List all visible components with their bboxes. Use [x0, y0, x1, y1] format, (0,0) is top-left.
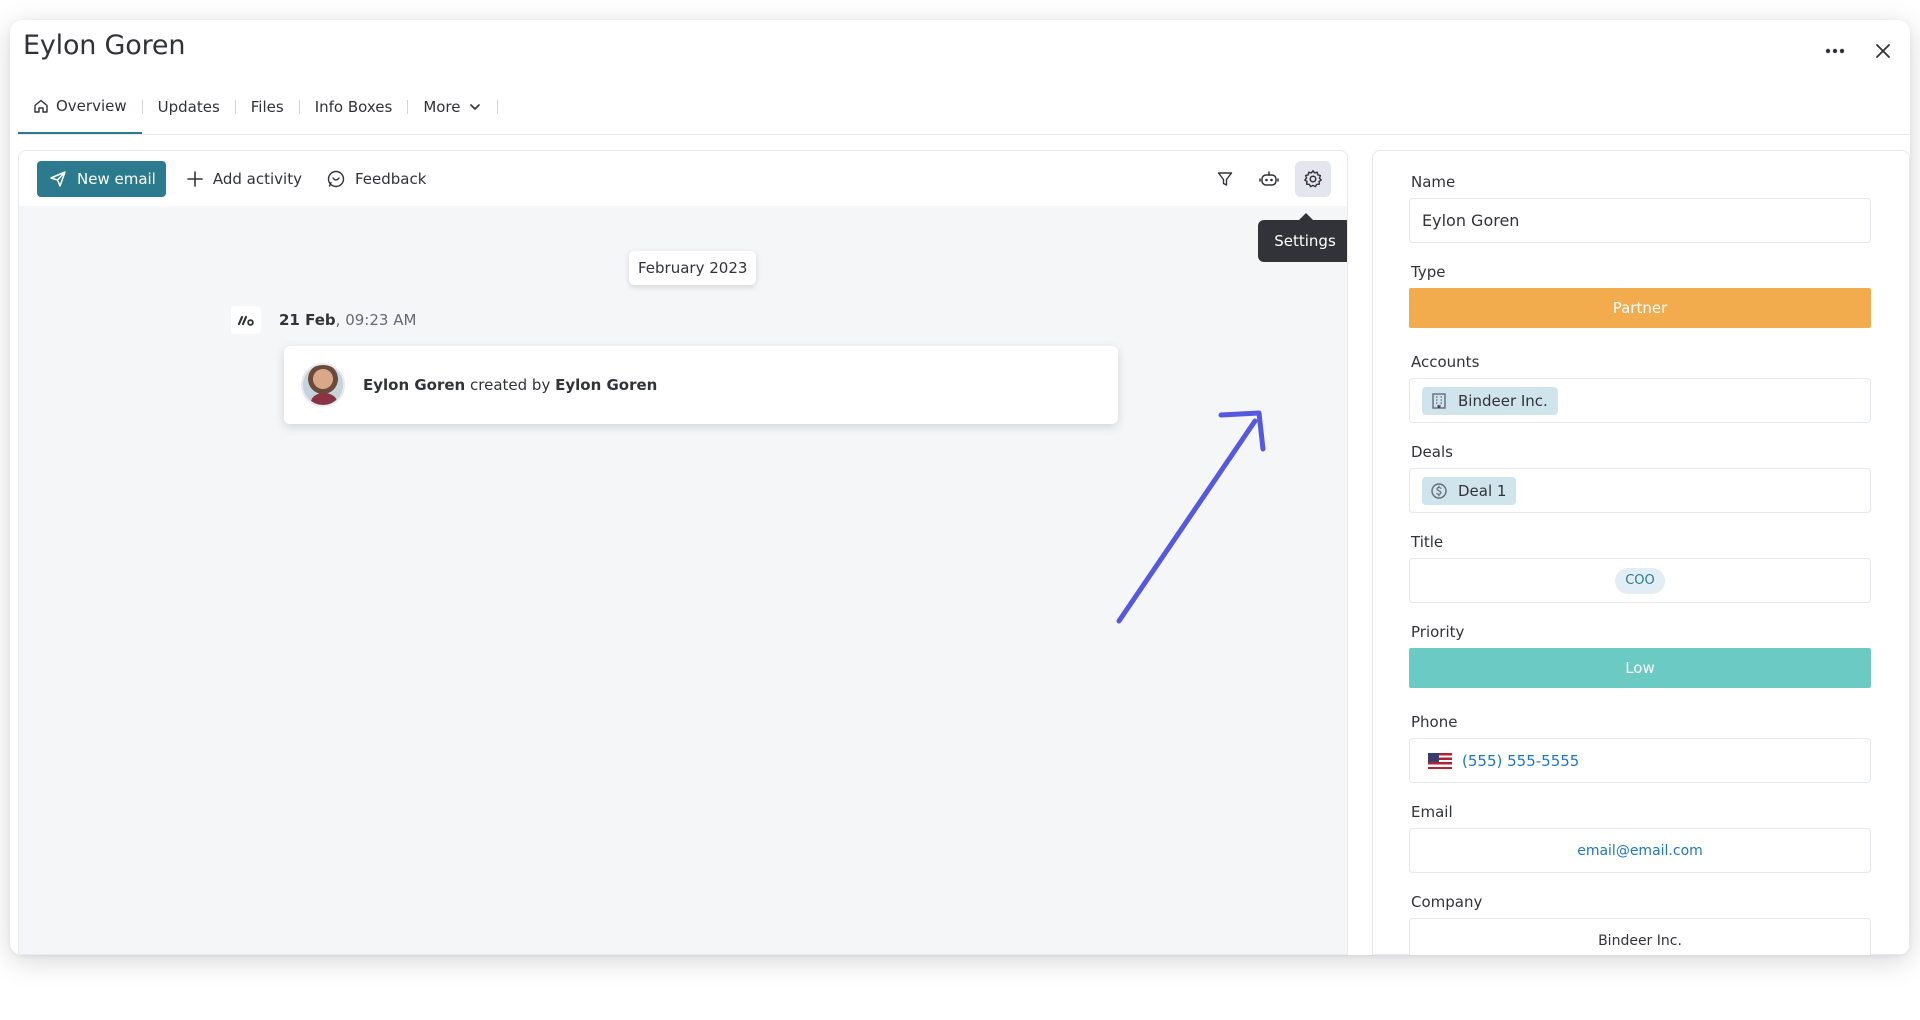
- add-activity-button[interactable]: Add activity: [182, 161, 306, 197]
- us-flag-icon: [1428, 752, 1452, 769]
- field-label: Phone: [1411, 713, 1458, 731]
- deal-chip[interactable]: Deal 1: [1422, 476, 1517, 505]
- name-input[interactable]: Eylon Goren: [1409, 198, 1871, 243]
- phone-field: Phone (555) 555-5555: [1409, 713, 1871, 783]
- title-input[interactable]: COO: [1409, 558, 1871, 603]
- month-divider: February 2023: [629, 251, 757, 285]
- email-field: Email email@email.com: [1409, 803, 1871, 873]
- tab-divider: [496, 100, 498, 114]
- field-label: Email: [1411, 803, 1453, 821]
- item-view-window: Eylon Goren Overview Updates Files Info …: [10, 20, 1910, 955]
- tab-label: Updates: [157, 98, 220, 116]
- activity-card[interactable]: Eylon Goren created by Eylon Goren: [284, 346, 1118, 424]
- chevron-down-icon: [469, 104, 480, 110]
- ellipsis-icon: [1825, 48, 1845, 54]
- field-label: Company: [1411, 893, 1483, 911]
- content-area: New email Add activity Feedback February…: [18, 135, 1910, 955]
- settings-button[interactable]: [1295, 161, 1331, 197]
- activity-actor: Eylon Goren: [555, 376, 658, 394]
- activity-time: , 09:23 AM: [335, 311, 417, 329]
- tab-bar: Overview Updates Files Info Boxes More: [18, 80, 1910, 135]
- new-email-label: New email: [77, 169, 156, 188]
- send-icon: [50, 170, 66, 187]
- automations-button[interactable]: [1251, 161, 1287, 197]
- feedback-button[interactable]: Feedback: [322, 161, 430, 197]
- deal-chip-label: Deal 1: [1458, 481, 1507, 500]
- gear-icon: [1304, 170, 1322, 188]
- page-title: Eylon Goren: [23, 30, 186, 61]
- activity-verb: created by: [465, 376, 556, 394]
- account-chip-label: Bindeer Inc.: [1458, 391, 1548, 410]
- activity-panel: New email Add activity Feedback February…: [18, 150, 1348, 955]
- field-label: Type: [1411, 263, 1446, 281]
- type-field: Type Partner: [1409, 263, 1871, 328]
- settings-tooltip: Settings: [1258, 213, 1347, 262]
- field-label: Priority: [1411, 623, 1465, 641]
- email-link[interactable]: email@email.com: [1577, 843, 1703, 859]
- more-options-button[interactable]: [1818, 34, 1852, 68]
- type-status[interactable]: Partner: [1409, 288, 1871, 328]
- feedback-icon: [327, 170, 345, 187]
- tab-updates[interactable]: Updates: [143, 80, 235, 134]
- company-field: Company Bindeer Inc.: [1409, 893, 1871, 955]
- dollar-icon: [1431, 482, 1447, 499]
- add-activity-label: Add activity: [212, 169, 302, 188]
- activity-timestamp: 21 Feb, 09:23 AM: [279, 311, 416, 329]
- company-input[interactable]: Bindeer Inc.: [1409, 918, 1871, 955]
- title-pill: COO: [1615, 567, 1665, 594]
- activity-text: Eylon Goren created by Eylon Goren: [363, 376, 657, 394]
- window-actions: [1818, 34, 1900, 68]
- tab-label: Info Boxes: [314, 98, 393, 116]
- info-panel: Name Eylon Goren Type Partner Accounts B…: [1372, 150, 1910, 955]
- name-field: Name Eylon Goren: [1409, 173, 1871, 243]
- field-label: Title: [1411, 533, 1444, 551]
- robot-icon: [1259, 171, 1279, 186]
- accounts-input[interactable]: Bindeer Inc.: [1409, 378, 1871, 423]
- phone-link[interactable]: (555) 555-5555: [1462, 752, 1579, 770]
- annotation-arrow-icon: [1116, 410, 1266, 624]
- field-label: Accounts: [1411, 353, 1480, 371]
- phone-input[interactable]: (555) 555-5555: [1409, 738, 1871, 783]
- toolbar-actions: [1207, 161, 1331, 197]
- filter-icon: [1217, 172, 1233, 186]
- monday-logo-icon: [231, 306, 261, 334]
- activity-subject: Eylon Goren: [363, 376, 466, 394]
- tab-label: More: [423, 98, 461, 116]
- avatar: [301, 363, 345, 407]
- plus-icon: [187, 170, 203, 187]
- tab-files[interactable]: Files: [236, 80, 299, 134]
- new-email-button[interactable]: New email: [37, 160, 166, 197]
- tab-label: Files: [250, 98, 284, 116]
- close-button[interactable]: [1866, 34, 1900, 68]
- deals-field: Deals Deal 1: [1409, 443, 1871, 513]
- tab-info-boxes[interactable]: Info Boxes: [300, 80, 408, 134]
- field-label: Deals: [1411, 443, 1453, 461]
- filter-button[interactable]: [1207, 161, 1243, 197]
- title-field: Title COO: [1409, 533, 1871, 603]
- accounts-field: Accounts Bindeer Inc.: [1409, 353, 1871, 423]
- priority-status[interactable]: Low: [1409, 648, 1871, 688]
- deals-input[interactable]: Deal 1: [1409, 468, 1871, 513]
- account-chip[interactable]: Bindeer Inc.: [1422, 386, 1558, 415]
- field-label: Name: [1411, 173, 1456, 191]
- email-input[interactable]: email@email.com: [1409, 828, 1871, 873]
- activity-toolbar: New email Add activity Feedback: [19, 151, 1347, 206]
- tab-label: Overview: [56, 97, 127, 115]
- feedback-label: Feedback: [354, 169, 427, 188]
- priority-field: Priority Low: [1409, 623, 1871, 688]
- home-icon: [34, 99, 48, 113]
- tab-more[interactable]: More: [408, 80, 496, 134]
- building-icon: [1432, 392, 1446, 409]
- activity-date: 21 Feb: [279, 311, 336, 329]
- tab-overview[interactable]: Overview: [18, 80, 142, 134]
- close-icon: [1876, 44, 1890, 58]
